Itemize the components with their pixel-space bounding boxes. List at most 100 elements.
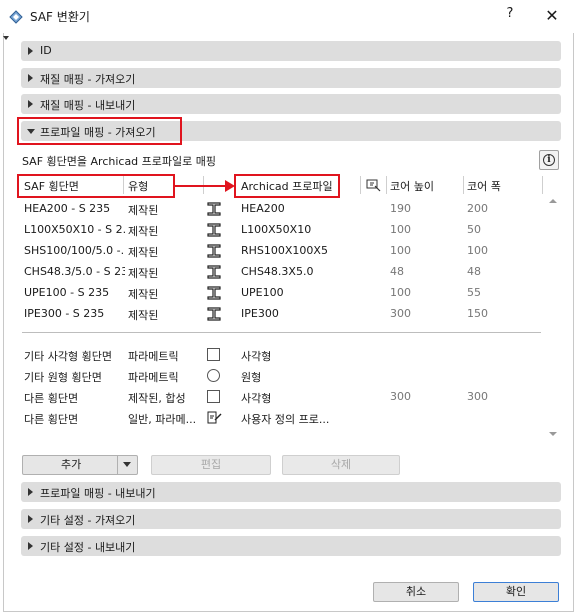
section-other-import[interactable]: 기타 설정 - 가져오기: [21, 509, 561, 529]
type-cell: 일반, 파라메...: [128, 413, 197, 426]
resize-indicator-icon: [3, 36, 9, 40]
section-label: ID: [40, 44, 52, 57]
highlight-box-section: [17, 117, 182, 145]
archicad-profile-cell: 사각형: [241, 392, 272, 405]
saf-section-cell: 기타 사각형 횡단면: [24, 350, 112, 363]
saf-section-cell: SHS100/100/5.0 -...: [24, 244, 125, 257]
type-cell: 제작된: [128, 309, 159, 322]
add-button-label: 추가: [61, 458, 82, 471]
type-cell: 제작된: [128, 288, 159, 301]
section-material-export[interactable]: 재질 매핑 - 내보내기: [21, 94, 561, 114]
saf-section-cell: 다른 횡단면: [24, 392, 79, 405]
section-profile-export[interactable]: 프로파일 매핑 - 내보내기: [21, 482, 561, 502]
archicad-profile-cell: RHS100X100X5: [241, 244, 328, 257]
column-separator: [542, 176, 543, 194]
table-divider: [22, 332, 541, 333]
type-cell: 파라메트릭: [128, 350, 179, 363]
chevron-right-icon: [28, 515, 33, 523]
dropdown-separator: [117, 456, 118, 474]
add-dropdown-button[interactable]: 추가: [22, 455, 138, 475]
core-width-cell: 48: [467, 265, 481, 278]
type-cell: 제작된: [128, 267, 159, 280]
i-beam-icon: [207, 244, 221, 258]
chevron-right-icon: [28, 100, 33, 108]
core-height-cell: 300: [390, 307, 411, 320]
cancel-button[interactable]: 취소: [373, 582, 459, 602]
column-separator: [360, 176, 361, 194]
column-separator: [463, 176, 464, 194]
core-width-cell: 300: [467, 390, 488, 403]
type-cell: 파라메트릭: [128, 371, 179, 384]
highlight-box-archicad-header: [234, 174, 340, 198]
title-bar: SAF 변환기 ? ✕: [0, 0, 577, 33]
chevron-right-icon: [28, 488, 33, 496]
mapping-arrow-icon: [175, 180, 235, 192]
archicad-profile-cell: 사각형: [241, 350, 272, 363]
close-button[interactable]: ✕: [541, 6, 563, 26]
delete-button[interactable]: 삭제: [282, 455, 400, 475]
chevron-right-icon: [28, 47, 33, 55]
type-cell: 제작된: [128, 225, 159, 238]
core-width-cell: 150: [467, 307, 488, 320]
core-height-cell: 190: [390, 202, 411, 215]
archicad-profile-cell: IPE300: [241, 307, 279, 320]
core-width-cell: 100: [467, 244, 488, 257]
archicad-profile-cell: L100X50X10: [241, 223, 312, 236]
saf-section-cell: UPE100 - S 235: [24, 286, 110, 299]
section-label: 기타 설정 - 내보내기: [40, 541, 136, 554]
saf-section-cell: HEA200 - S 235: [24, 202, 111, 215]
column-header-core-width[interactable]: 코어 폭: [467, 178, 501, 194]
saf-section-cell: IPE300 - S 235: [24, 307, 105, 320]
chevron-right-icon: [28, 542, 33, 550]
chevron-right-icon: [28, 74, 33, 82]
saf-section-cell: 기타 원형 횡단면: [24, 371, 102, 384]
core-height-cell: 100: [390, 223, 411, 236]
saf-section-cell: CHS48.3/5.0 - S 235: [24, 265, 125, 278]
archicad-profile-cell: 사용자 정의 프로...: [241, 413, 330, 426]
profile-mapping-subtitle: SAF 횡단면을 Archicad 프로파일로 매핑: [22, 155, 216, 168]
scroll-down-arrow-icon[interactable]: [549, 432, 557, 436]
archicad-profile-cell: CHS48.3X5.0: [241, 265, 314, 278]
info-button[interactable]: i: [539, 150, 559, 170]
core-height-cell: 100: [390, 244, 411, 257]
archicad-profile-cell: 원형: [241, 371, 262, 384]
preview-column-icon: [366, 179, 381, 192]
square-icon: [207, 348, 220, 361]
square-icon: [207, 390, 220, 403]
section-label: 기타 설정 - 가져오기: [40, 514, 136, 527]
archicad-profile-cell: HEA200: [241, 202, 285, 215]
highlight-box-saf-header: [17, 174, 175, 198]
i-beam-icon: [207, 223, 221, 237]
core-height-cell: 48: [390, 265, 404, 278]
ok-button[interactable]: 확인: [473, 582, 559, 602]
core-height-cell: 100: [390, 286, 411, 299]
core-height-cell: 300: [390, 390, 411, 403]
i-beam-icon: [207, 202, 221, 216]
core-width-cell: 55: [467, 286, 481, 299]
section-other-export[interactable]: 기타 설정 - 내보내기: [21, 536, 561, 556]
section-label: 프로파일 매핑 - 내보내기: [40, 487, 156, 500]
help-button[interactable]: ?: [500, 6, 520, 26]
section-id[interactable]: ID: [21, 41, 561, 61]
circle-icon: [207, 369, 220, 382]
saf-app-icon: [9, 10, 23, 24]
column-separator: [386, 176, 387, 194]
i-beam-icon: [207, 265, 221, 279]
i-beam-icon: [207, 307, 221, 321]
column-header-core-height[interactable]: 코어 높이: [390, 178, 434, 194]
edit-button[interactable]: 편집: [151, 455, 271, 475]
custom-profile-icon: [207, 411, 222, 424]
scroll-up-arrow-icon[interactable]: [549, 199, 557, 203]
type-cell: 제작된: [128, 204, 159, 217]
saf-section-cell: L100X50X10 - S 2...: [24, 223, 125, 236]
archicad-profile-cell: UPE100: [241, 286, 284, 299]
type-cell: 제작된: [128, 246, 159, 259]
section-material-import[interactable]: 재질 매핑 - 가져오기: [21, 68, 561, 88]
core-width-cell: 50: [467, 223, 481, 236]
section-label: 재질 매핑 - 내보내기: [40, 99, 136, 112]
info-icon: i: [543, 154, 555, 166]
saf-section-cell: 다른 횡단면: [24, 413, 79, 426]
chevron-down-icon[interactable]: [123, 462, 131, 467]
i-beam-icon: [207, 286, 221, 300]
window-title: SAF 변환기: [30, 10, 90, 24]
